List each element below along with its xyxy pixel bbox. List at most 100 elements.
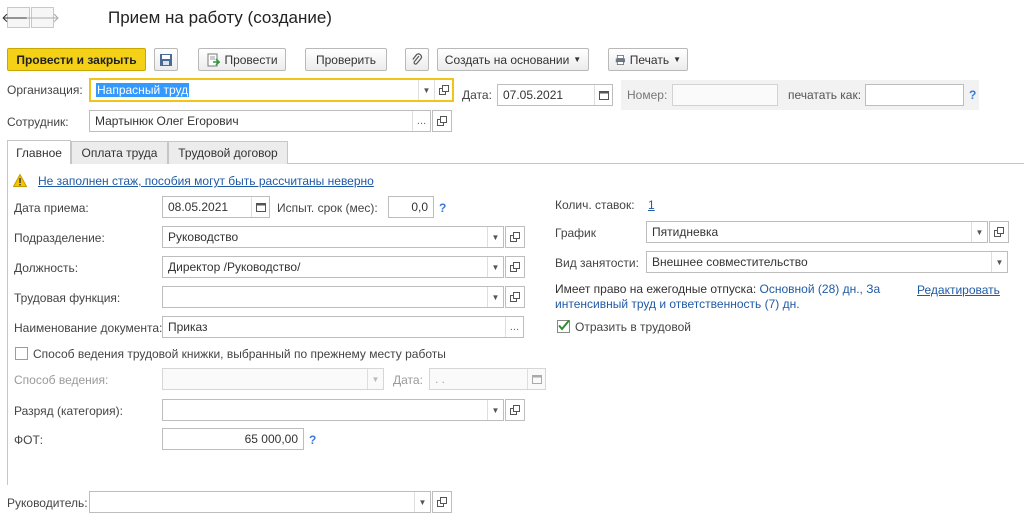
edit-vacation-link[interactable]: Редактировать bbox=[917, 283, 1000, 297]
number-label: Номер: bbox=[627, 88, 668, 102]
save-button[interactable] bbox=[154, 48, 178, 71]
fot-field[interactable]: 65 000,00 bbox=[162, 428, 304, 450]
print-label: Печать bbox=[629, 52, 670, 67]
open-icon bbox=[437, 497, 447, 507]
open-labor-function-button[interactable] bbox=[505, 286, 525, 308]
chevron-down-icon[interactable]: ▼ bbox=[487, 287, 503, 307]
print-as-field[interactable] bbox=[865, 84, 964, 106]
chevron-down-icon[interactable]: ▼ bbox=[487, 227, 503, 247]
schedule-field[interactable]: Пятидневка ▼ bbox=[646, 221, 988, 243]
open-grade-button[interactable] bbox=[505, 399, 525, 421]
chevron-down-icon[interactable]: ▼ bbox=[487, 400, 503, 420]
create-based-button[interactable]: Создать на основании ▼ bbox=[437, 48, 589, 71]
method-date-field[interactable]: . . bbox=[429, 368, 546, 390]
vacation-extra-1: За bbox=[866, 282, 881, 296]
post-document-icon bbox=[207, 53, 221, 66]
vacation-extra-2: интенсивный труд и ответственность (7) д… bbox=[555, 297, 800, 311]
labor-function-field[interactable]: ▼ bbox=[162, 286, 504, 308]
chevron-down-icon[interactable]: ▼ bbox=[487, 257, 503, 277]
check-button[interactable]: Проверить bbox=[305, 48, 387, 71]
caret-down-icon: ▼ bbox=[673, 55, 681, 64]
grade-label: Разряд (категория): bbox=[14, 404, 123, 418]
organization-field[interactable]: Напрасный труд ▼ bbox=[89, 78, 454, 102]
employment-label: Вид занятости: bbox=[555, 256, 639, 270]
schedule-label: График bbox=[555, 226, 596, 240]
date-value: 07.05.2021 bbox=[503, 88, 564, 102]
chevron-down-icon[interactable]: ▼ bbox=[418, 80, 434, 100]
grade-field[interactable]: ▼ bbox=[162, 399, 504, 421]
probation-field[interactable]: 0,0 bbox=[388, 196, 434, 218]
open-icon bbox=[437, 116, 447, 126]
attachments-button[interactable] bbox=[405, 48, 429, 71]
open-department-button[interactable] bbox=[505, 226, 525, 248]
department-field[interactable]: Руководство ▼ bbox=[162, 226, 504, 248]
position-label: Должность: bbox=[14, 261, 79, 275]
reflect-checkbox[interactable] bbox=[557, 319, 570, 333]
arrow-right-icon: 🡒 bbox=[25, 9, 60, 25]
date-field[interactable]: 07.05.2021 bbox=[497, 84, 613, 106]
rates-link[interactable]: 1 bbox=[648, 198, 655, 212]
department-label: Подразделение: bbox=[14, 231, 105, 245]
open-icon bbox=[510, 292, 520, 302]
create-based-label: Создать на основании bbox=[444, 52, 570, 67]
calendar-icon[interactable] bbox=[594, 85, 612, 105]
tab-payment[interactable]: Оплата труда bbox=[71, 141, 168, 164]
tab-labor-contract[interactable]: Трудовой договор bbox=[168, 141, 288, 164]
open-icon bbox=[510, 405, 520, 415]
chevron-down-icon[interactable]: ▼ bbox=[991, 252, 1007, 272]
print-as-label: печатать как: bbox=[788, 88, 862, 102]
post-button-label: Провести bbox=[224, 52, 278, 67]
method-field[interactable]: ▼ bbox=[162, 368, 384, 390]
chevron-down-icon[interactable]: ▼ bbox=[414, 492, 430, 512]
probation-label: Испыт. срок (мес): bbox=[277, 201, 378, 215]
print-button[interactable]: Печать ▼ bbox=[608, 48, 688, 71]
open-icon bbox=[510, 232, 520, 242]
more-icon[interactable]: … bbox=[412, 111, 430, 131]
doc-name-field[interactable]: Приказ … bbox=[162, 316, 524, 338]
open-position-button[interactable] bbox=[505, 256, 525, 278]
organization-value: Напрасный труд bbox=[96, 83, 190, 97]
experience-warning-link[interactable]: Не заполнен стаж, пособия могут быть рас… bbox=[38, 174, 374, 188]
position-field[interactable]: Директор /Руководство/ ▼ bbox=[162, 256, 504, 278]
organization-label: Организация: bbox=[7, 83, 83, 97]
tab-panel-border bbox=[7, 163, 8, 485]
employee-field[interactable]: Мартынюк Олег Егорович … bbox=[89, 110, 431, 132]
help-icon[interactable]: ? bbox=[439, 201, 446, 215]
manager-field[interactable]: ▼ bbox=[89, 491, 431, 513]
vacation-main: Основной (28) дн., bbox=[759, 282, 863, 296]
post-button[interactable]: Провести bbox=[198, 48, 286, 71]
floppy-icon bbox=[160, 53, 172, 66]
open-icon[interactable] bbox=[434, 80, 452, 100]
employee-label: Сотрудник: bbox=[7, 115, 69, 129]
method-date-label: Дата: bbox=[393, 373, 423, 387]
calendar-icon[interactable] bbox=[251, 197, 269, 217]
tab-main[interactable]: Главное bbox=[7, 140, 71, 164]
method-label: Способ ведения: bbox=[14, 373, 109, 387]
open-schedule-button[interactable] bbox=[989, 221, 1009, 243]
help-icon[interactable]: ? bbox=[969, 88, 976, 102]
more-icon[interactable]: … bbox=[505, 317, 523, 337]
employment-field[interactable]: Внешнее совместительство ▼ bbox=[646, 251, 1008, 273]
help-icon[interactable]: ? bbox=[309, 433, 316, 447]
doc-name-label: Наименование документа: bbox=[14, 321, 163, 335]
workbook-method-label: Способ ведения трудовой книжки, выбранны… bbox=[33, 347, 446, 361]
warning-icon bbox=[13, 174, 27, 187]
hire-date-field[interactable]: 08.05.2021 bbox=[162, 196, 270, 218]
manager-label: Руководитель: bbox=[7, 496, 88, 510]
paperclip-icon bbox=[412, 52, 423, 65]
open-employee-button[interactable] bbox=[432, 110, 452, 132]
calendar-icon[interactable] bbox=[527, 369, 545, 389]
reflect-label: Отразить в трудовой bbox=[575, 320, 691, 334]
number-field[interactable] bbox=[672, 84, 778, 106]
vacation-prefix: Имеет право на ежегодные отпуска: bbox=[555, 282, 757, 296]
caret-down-icon: ▼ bbox=[573, 55, 582, 64]
page-title: Прием на работу (создание) bbox=[108, 8, 332, 27]
date-label: Дата: bbox=[462, 88, 492, 102]
open-manager-button[interactable] bbox=[432, 491, 452, 513]
post-and-close-button[interactable]: Провести и закрыть bbox=[7, 48, 146, 71]
chevron-down-icon[interactable]: ▼ bbox=[971, 222, 987, 242]
chevron-down-icon[interactable]: ▼ bbox=[367, 369, 383, 389]
open-icon bbox=[510, 262, 520, 272]
workbook-method-checkbox[interactable] bbox=[15, 347, 28, 360]
forward-button[interactable]: 🡒 bbox=[25, 7, 60, 28]
